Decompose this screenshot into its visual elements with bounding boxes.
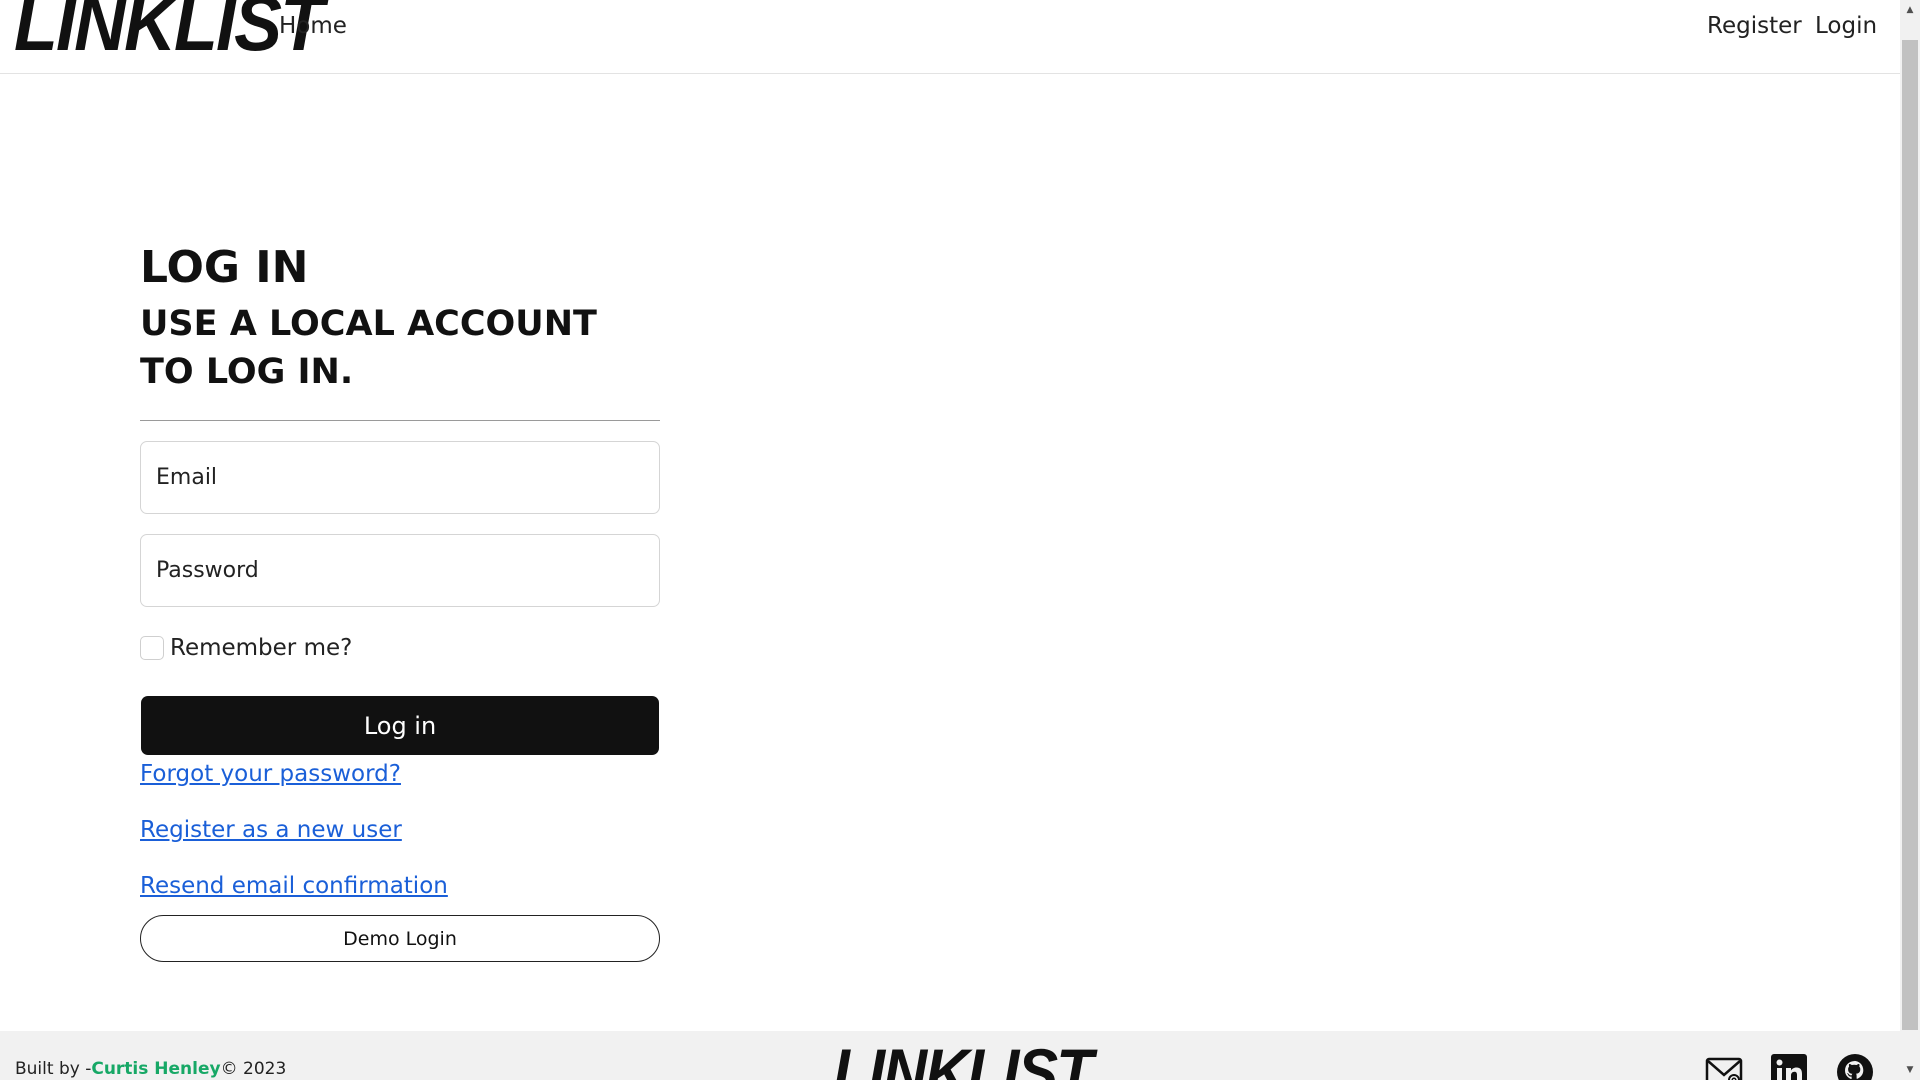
log-in-button[interactable]: Log in	[141, 696, 659, 755]
footer-author-link[interactable]: Curtis Henley	[91, 1059, 220, 1079]
register-new-user-link[interactable]: Register as a new user	[140, 815, 660, 845]
password-field[interactable]	[140, 534, 660, 607]
demo-login-button[interactable]: Demo Login	[140, 915, 660, 962]
scroll-up-arrow-icon[interactable]: ▲	[1900, 0, 1920, 20]
page-title: LOG IN	[140, 242, 309, 293]
divider	[140, 420, 660, 421]
nav-link-register[interactable]: Register	[1707, 12, 1802, 40]
remember-me-label[interactable]: Remember me?	[170, 635, 352, 661]
nav-link-login[interactable]: Login	[1815, 12, 1877, 40]
footer-built-by: Built by -	[15, 1059, 92, 1079]
mail-icon[interactable]	[1705, 1053, 1743, 1080]
scrollbar-thumb[interactable]	[1902, 40, 1918, 1030]
vertical-scrollbar[interactable]: ▲ ▼	[1900, 0, 1920, 1080]
footer-credit: Built by -Curtis Henley© 2023	[15, 1059, 286, 1079]
footer-logo: LINKLIST	[833, 1035, 1093, 1080]
remember-me-row: Remember me?	[140, 633, 660, 663]
page-subtitle: USE A LOCAL ACCOUNT TO LOG IN.	[140, 304, 597, 392]
resend-email-confirmation-link[interactable]: Resend email confirmation	[140, 871, 660, 901]
linkedin-icon[interactable]	[1770, 1053, 1808, 1080]
brand-logo[interactable]: LINKLIST	[14, 0, 324, 62]
github-icon[interactable]	[1836, 1053, 1874, 1080]
footer: Built by -Curtis Henley© 2023 LINKLIST	[0, 1031, 1900, 1080]
nav-link-home[interactable]: Home	[279, 12, 347, 40]
top-navbar: LINKLIST Home Register Login	[0, 0, 1900, 74]
scroll-down-arrow-icon[interactable]: ▼	[1900, 1060, 1920, 1080]
forgot-password-link[interactable]: Forgot your password?	[140, 759, 660, 789]
login-section: LOG IN USE A LOCAL ACCOUNT TO LOG IN. Re…	[140, 240, 660, 962]
footer-copyright: © 2023	[220, 1059, 287, 1079]
remember-me-checkbox[interactable]	[140, 636, 164, 660]
email-field[interactable]	[140, 441, 660, 514]
